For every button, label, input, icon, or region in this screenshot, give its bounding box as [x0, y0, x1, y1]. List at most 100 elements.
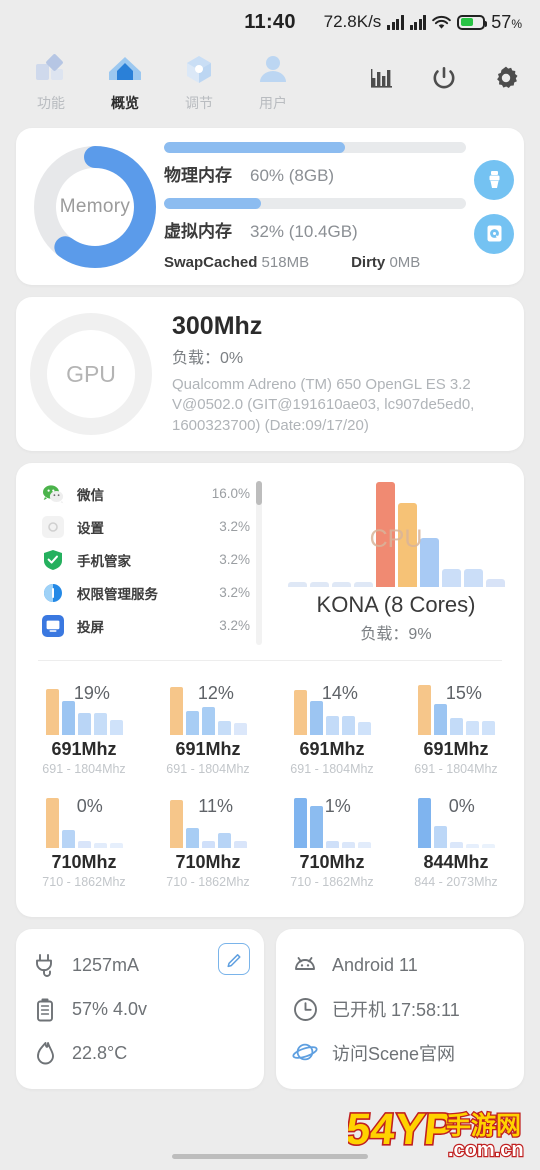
nav-item-overview[interactable]: 概览: [88, 50, 162, 113]
cpu-bar: [375, 482, 395, 587]
cpu-bar: [309, 582, 329, 587]
memory-actions: [470, 159, 514, 254]
nav-tools: [368, 50, 526, 92]
cpu-chart-label: CPU: [369, 525, 423, 553]
cast-screen-icon: [42, 614, 64, 637]
core-bar: [93, 843, 107, 848]
core-bar: [465, 844, 479, 848]
chart-icon[interactable]: [368, 64, 396, 92]
core-bar: [61, 830, 75, 848]
nav-item-user[interactable]: 用户: [236, 50, 310, 113]
core-percent: 0%: [448, 796, 475, 816]
power-icon[interactable]: [430, 64, 458, 92]
memory-sub-stats: SwapCached 518MB Dirty 0MB: [164, 254, 466, 271]
gear-icon[interactable]: [492, 64, 520, 92]
nav-item-features[interactable]: 功能: [14, 50, 88, 113]
status-bar: 11:40 72.8K/s 57%: [0, 0, 540, 44]
core-bar: [341, 842, 355, 848]
core-bar: [309, 701, 323, 735]
core-chart: 14%: [284, 681, 380, 735]
core-frequency: 691Mhz: [175, 739, 241, 759]
svg-text:.com.cn: .com.cn: [448, 1139, 524, 1161]
core-chart: 15%: [408, 681, 504, 735]
virtual-memory-bar: [164, 198, 466, 209]
core-bar: [481, 721, 495, 735]
list-item[interactable]: 手机管家 3.2%: [42, 543, 268, 576]
app-name: 设置: [77, 520, 104, 536]
battery-level-value: 57% 4.0v: [72, 998, 148, 1019]
cpu-core-8[interactable]: 0% 844Mhz 844 - 2073Mhz: [394, 786, 518, 899]
core-chart: 11%: [160, 794, 256, 848]
core-range: 710 - 1862Mhz: [166, 875, 250, 889]
gpu-info: 300Mhz 负载：0% Qualcomm Adreno (TM) 650 Op…: [152, 312, 510, 436]
edit-pencil-icon[interactable]: [218, 943, 250, 975]
core-chart: 0%: [36, 794, 132, 848]
core-bar: [293, 798, 307, 848]
core-bar: [449, 842, 463, 848]
core-bar: [169, 800, 183, 848]
cpu-core-2[interactable]: 12% 691Mhz 691 - 1804Mhz: [146, 673, 270, 786]
list-item[interactable]: 微信 16.0%: [42, 477, 268, 510]
storage-disk-icon[interactable]: [474, 213, 514, 254]
core-bar: [341, 716, 355, 735]
core-bar: [201, 841, 215, 848]
current-row: 1257mA: [32, 943, 248, 987]
core-bar: [61, 701, 75, 735]
temperature-value: 22.8°C: [72, 1042, 128, 1063]
list-item[interactable]: 设置 3.2%: [42, 510, 268, 543]
virtual-memory-bar-fill: [164, 198, 261, 209]
gpu-frequency: 300Mhz: [172, 312, 263, 341]
cpu-card: 微信 16.0% 设置 3.2% 手机管家 3.2% 权限管理服务 3.2% 投…: [16, 463, 524, 917]
list-item[interactable]: 权限管理服务 3.2%: [42, 576, 268, 609]
cpu-core-1[interactable]: 19% 691Mhz 691 - 1804Mhz: [22, 673, 146, 786]
scrollbar-thumb[interactable]: [256, 481, 262, 505]
core-range: 710 - 1862Mhz: [42, 875, 126, 889]
core-bar: [45, 689, 59, 735]
core-bar: [233, 841, 247, 848]
core-percent: 19%: [73, 683, 110, 703]
cpu-core-6[interactable]: 11% 710Mhz 710 - 1862Mhz: [146, 786, 270, 899]
battery-card: 1257mA 57% 4.0v 22.8°C: [16, 929, 264, 1089]
core-percent: 12%: [197, 683, 234, 703]
core-percent: 1%: [324, 796, 351, 816]
gpu-description: Qualcomm Adreno (TM) 650 OpenGL ES 3.2 V…: [172, 376, 475, 434]
cpu-core-5[interactable]: 0% 710Mhz 710 - 1862Mhz: [22, 786, 146, 899]
core-frequency: 710Mhz: [51, 852, 117, 872]
svg-text:54YP: 54YP: [348, 1105, 456, 1154]
signal-icon: [387, 14, 404, 30]
memory-card: Memory 物理内存 60% (8GB) 虚拟内存 32% (10.4GB) …: [16, 128, 524, 285]
cpu-load: 负载：9%: [360, 626, 432, 643]
physical-memory-label: 物理内存: [164, 166, 232, 185]
cpu-core-4[interactable]: 15% 691Mhz 691 - 1804Mhz: [394, 673, 518, 786]
cpu-bar: [331, 582, 351, 587]
squares-icon: [31, 50, 71, 88]
plug-icon: [32, 952, 58, 978]
battery-percent-value: 57: [491, 11, 512, 32]
list-item[interactable]: 投屏 3.2%: [42, 609, 268, 642]
core-percent: 14%: [321, 683, 358, 703]
website-row[interactable]: 访问Scene官网: [292, 1031, 508, 1075]
app-list-scrollbar[interactable]: [256, 481, 262, 645]
core-bar: [449, 718, 463, 735]
swapcached-label: SwapCached: [164, 254, 258, 271]
wifi-icon: [432, 15, 452, 30]
cpu-core-7[interactable]: 1% 710Mhz 710 - 1862Mhz: [270, 786, 394, 899]
core-percent: 15%: [445, 683, 482, 703]
android-version-value: Android 11: [332, 954, 418, 975]
core-bar: [109, 720, 123, 735]
signal-icon: [409, 14, 427, 30]
core-range: 691 - 1804Mhz: [414, 762, 498, 776]
swapcached-stat: SwapCached 518MB: [164, 254, 309, 271]
virtual-memory-value: 32% (10.4GB): [250, 222, 358, 241]
nav-item-tuning[interactable]: 调节: [162, 50, 236, 113]
core-bar: [309, 806, 323, 848]
cpu-name: KONA (8 Cores): [316, 592, 476, 617]
current-value: 1257mA: [72, 954, 140, 975]
battery-flat-icon: [32, 996, 58, 1022]
cpu-core-3[interactable]: 14% 691Mhz 691 - 1804Mhz: [270, 673, 394, 786]
dirty-label: Dirty: [351, 254, 386, 271]
app-name: 微信: [77, 487, 104, 503]
home-indicator: [172, 1154, 368, 1159]
cpu-overview: CPU KONA (8 Cores) 负载：9%: [268, 477, 524, 646]
clean-brush-icon[interactable]: [474, 159, 514, 200]
